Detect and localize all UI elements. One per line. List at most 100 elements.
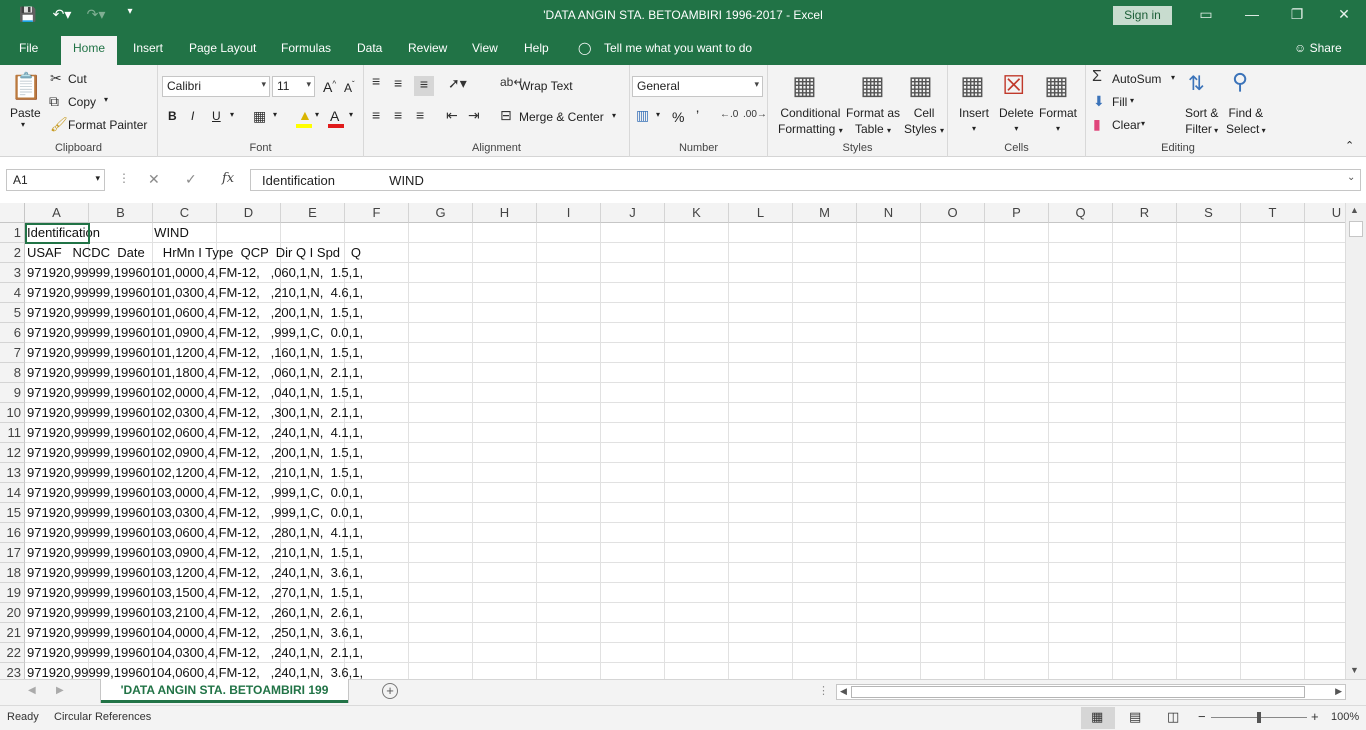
- cell-text[interactable]: 971920,99999,19960101,0300,4,FM-12, ,210…: [27, 283, 363, 303]
- sheet-tab-active[interactable]: 'DATA ANGIN STA. BETOAMBIRI 199: [101, 679, 348, 703]
- row-header[interactable]: 4: [0, 283, 25, 303]
- column-header[interactable]: H: [473, 203, 537, 223]
- cell-text[interactable]: 971920,99999,19960104,0000,4,FM-12, ,250…: [27, 623, 363, 643]
- cell-text[interactable]: 971920,99999,19960102,0900,4,FM-12, ,200…: [27, 443, 363, 463]
- tab-review[interactable]: Review: [408, 41, 447, 55]
- cell-text[interactable]: 971920,99999,19960101,1200,4,FM-12, ,160…: [27, 343, 363, 363]
- row-header[interactable]: 17: [0, 543, 25, 563]
- scroll-up-icon[interactable]: ▲: [1350, 205, 1359, 215]
- column-header[interactable]: S: [1177, 203, 1241, 223]
- zoom-slider-thumb[interactable]: [1257, 712, 1261, 723]
- font-color-icon[interactable]: A: [330, 108, 339, 124]
- cell-text[interactable]: 971920,99999,19960103,0600,4,FM-12, ,280…: [27, 523, 363, 543]
- accounting-icon[interactable]: ▥: [636, 107, 649, 124]
- align-right-icon[interactable]: ≡: [416, 107, 424, 123]
- cell-text[interactable]: 971920,99999,19960101,0600,4,FM-12, ,200…: [27, 303, 363, 323]
- row-header[interactable]: 16: [0, 523, 25, 543]
- scroll-right-icon[interactable]: ▶: [1335, 686, 1342, 697]
- worksheet-grid[interactable]: ABCDEFGHIJKLMNOPQRSTU 1 Identification WI…: [0, 203, 1366, 679]
- number-format-select[interactable]: General ▾: [632, 76, 763, 97]
- restore-icon[interactable]: ❐: [1287, 6, 1307, 23]
- accounting-dropdown-icon[interactable]: ▾: [656, 110, 660, 119]
- select-all-button[interactable]: [0, 203, 25, 223]
- row-header[interactable]: 18: [0, 563, 25, 583]
- column-header[interactable]: M: [793, 203, 857, 223]
- row-header[interactable]: 5: [0, 303, 25, 323]
- cell-text[interactable]: 971920,99999,19960101,1800,4,FM-12, ,060…: [27, 363, 363, 383]
- cell-styles-button[interactable]: Cell Styles ▾: [904, 105, 944, 139]
- active-cell-a1[interactable]: [25, 223, 90, 244]
- row-header[interactable]: 14: [0, 483, 25, 503]
- next-sheet-icon[interactable]: ▶: [56, 685, 64, 696]
- cell-text[interactable]: 971920,99999,19960103,0300,4,FM-12, ,999…: [27, 503, 363, 523]
- tell-me-search[interactable]: Tell me what you want to do: [604, 41, 752, 55]
- scroll-thumb[interactable]: [1349, 221, 1363, 237]
- column-header[interactable]: C: [153, 203, 217, 223]
- cell-text[interactable]: 971920,99999,19960101,0900,4,FM-12, ,999…: [27, 323, 363, 343]
- align-top-icon[interactable]: ≡: [372, 73, 380, 89]
- cell-text[interactable]: 971920,99999,19960102,0300,4,FM-12, ,300…: [27, 403, 363, 423]
- paste-dropdown-icon[interactable]: ▾: [21, 120, 25, 129]
- row-header[interactable]: 9: [0, 383, 25, 403]
- orientation-icon[interactable]: ➚▾: [448, 75, 467, 92]
- cell-text[interactable]: 971920,99999,19960102,1200,4,FM-12, ,210…: [27, 463, 363, 483]
- column-header[interactable]: R: [1113, 203, 1177, 223]
- decrease-indent-icon[interactable]: ⇤: [446, 107, 458, 124]
- row-header[interactable]: 3: [0, 263, 25, 283]
- cell-text[interactable]: 971920,99999,19960102,0600,4,FM-12, ,240…: [27, 423, 363, 443]
- row-header[interactable]: 2: [0, 243, 25, 263]
- expand-formula-icon[interactable]: ⌄: [1347, 172, 1355, 183]
- tab-file[interactable]: File: [19, 41, 38, 55]
- fill-dropdown-icon[interactable]: ▾: [1130, 96, 1134, 105]
- row-header[interactable]: 13: [0, 463, 25, 483]
- cancel-icon[interactable]: ✕: [148, 171, 160, 188]
- paste-icon[interactable]: 📋: [10, 71, 42, 102]
- tab-splitter-icon[interactable]: ⋮: [818, 684, 829, 697]
- tab-home[interactable]: Home: [61, 36, 118, 65]
- cell-text[interactable]: 971920,99999,19960102,0000,4,FM-12, ,040…: [27, 383, 363, 403]
- row-header[interactable]: 23: [0, 663, 25, 679]
- row-header[interactable]: 15: [0, 503, 25, 523]
- scroll-left-icon[interactable]: ◀: [840, 686, 847, 697]
- insert-button[interactable]: Insert ▾: [959, 105, 989, 137]
- row-header[interactable]: 7: [0, 343, 25, 363]
- row-header[interactable]: 21: [0, 623, 25, 643]
- bold-button[interactable]: B: [168, 109, 177, 123]
- zoom-level[interactable]: 100%: [1331, 711, 1359, 723]
- font-name-select[interactable]: Calibri ▾: [162, 76, 270, 97]
- column-header[interactable]: Q: [1049, 203, 1113, 223]
- font-size-select[interactable]: 11 ▾: [272, 76, 315, 97]
- collapse-ribbon-icon[interactable]: ⌃: [1345, 139, 1354, 152]
- cut-button[interactable]: Cut: [68, 72, 87, 86]
- sort-filter-button[interactable]: Sort & Filter ▾: [1185, 105, 1218, 139]
- normal-view-icon[interactable]: ▦: [1091, 709, 1103, 725]
- italic-button[interactable]: I: [191, 109, 194, 123]
- horizontal-scroll-thumb[interactable]: [851, 686, 1305, 698]
- column-header[interactable]: T: [1241, 203, 1305, 223]
- increase-font-icon[interactable]: A^: [323, 79, 336, 95]
- row-header[interactable]: 10: [0, 403, 25, 423]
- cell-text[interactable]: 971920,99999,19960103,1200,4,FM-12, ,240…: [27, 563, 363, 583]
- cell-text[interactable]: 971920,99999,19960101,0000,4,FM-12, ,060…: [27, 263, 363, 283]
- find-select-button[interactable]: Find & Select ▾: [1226, 105, 1266, 139]
- tab-view[interactable]: View: [472, 41, 498, 55]
- column-header[interactable]: E: [281, 203, 345, 223]
- zoom-in-icon[interactable]: +: [1311, 709, 1319, 724]
- conditional-formatting-button[interactable]: Conditional Formatting ▾: [778, 105, 843, 139]
- close-icon[interactable]: ✕: [1334, 6, 1354, 23]
- tab-data[interactable]: Data: [357, 41, 382, 55]
- row-header[interactable]: 1: [0, 223, 25, 243]
- column-header[interactable]: D: [217, 203, 281, 223]
- cell-text[interactable]: 971920,99999,19960103,2100,4,FM-12, ,260…: [27, 603, 363, 623]
- fill-button[interactable]: Fill: [1112, 95, 1127, 109]
- column-header[interactable]: G: [409, 203, 473, 223]
- scroll-down-icon[interactable]: ▼: [1350, 665, 1359, 675]
- column-header[interactable]: L: [729, 203, 793, 223]
- clear-dropdown-icon[interactable]: ▾: [1141, 119, 1145, 128]
- horizontal-scrollbar[interactable]: ◀ ▶: [836, 684, 1346, 700]
- column-header[interactable]: A: [25, 203, 89, 223]
- row-header[interactable]: 12: [0, 443, 25, 463]
- row-header[interactable]: 6: [0, 323, 25, 343]
- tab-page-layout[interactable]: Page Layout: [189, 41, 256, 55]
- row-header[interactable]: 11: [0, 423, 25, 443]
